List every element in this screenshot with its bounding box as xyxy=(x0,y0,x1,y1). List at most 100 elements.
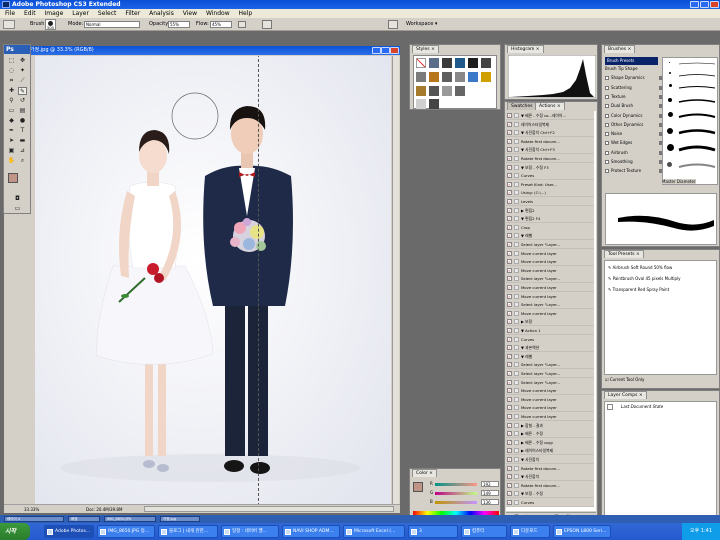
action-dialog-toggle[interactable] xyxy=(514,405,519,411)
menu-help[interactable]: Help xyxy=(239,10,253,17)
action-dialog-toggle[interactable] xyxy=(514,379,519,385)
brush-option-checkbox[interactable] xyxy=(605,94,609,99)
action-toggle-checkbox[interactable]: ✓ xyxy=(507,267,512,273)
brush-option-item[interactable]: Brush Tip Shape xyxy=(605,65,665,73)
brush-option-item[interactable]: Protect Texture xyxy=(605,167,665,175)
brush-tool-icon[interactable]: ✎ xyxy=(18,87,27,95)
quick-mask-icon[interactable]: ◘ xyxy=(13,195,22,203)
action-toggle-checkbox[interactable]: ✓ xyxy=(507,439,512,445)
zoom-tool-icon[interactable]: ⌕ xyxy=(18,157,27,165)
style-swatch[interactable] xyxy=(442,72,452,82)
action-toggle-checkbox[interactable]: ✓ xyxy=(507,457,512,462)
action-dialog-toggle[interactable] xyxy=(514,173,519,179)
menu-window[interactable]: Window xyxy=(206,10,230,17)
action-toggle-checkbox[interactable]: ✓ xyxy=(507,414,512,419)
action-dialog-toggle[interactable] xyxy=(514,396,519,402)
action-toggle-checkbox[interactable]: ✓ xyxy=(507,276,512,282)
action-toggle-checkbox[interactable]: ✓ xyxy=(507,328,512,333)
brush-option-checkbox[interactable] xyxy=(605,141,609,146)
brush-option-item[interactable]: Airbrush xyxy=(605,149,665,157)
action-toggle-checkbox[interactable]: ✓ xyxy=(507,371,512,376)
taskbar-item[interactable]: NAVI SHOP ADM... xyxy=(282,525,340,538)
taskbar-item[interactable]: 일정 : 네이버 멜... xyxy=(221,525,279,538)
tool-preset-item[interactable]: ✎ Paintbrush Oval 45 pixels Multiply xyxy=(608,274,718,284)
brush-tool-preset-icon[interactable] xyxy=(3,20,15,29)
action-toggle-checkbox[interactable]: ✓ xyxy=(507,113,512,118)
action-toggle-checkbox[interactable]: ✓ xyxy=(507,405,512,411)
zoom-level[interactable]: 33.33% xyxy=(24,505,39,514)
action-toggle-checkbox[interactable]: ✓ xyxy=(507,500,512,505)
brush-tip[interactable] xyxy=(667,144,674,151)
taskbar-item[interactable]: Microsoft Excel (... xyxy=(343,525,405,538)
action-toggle-checkbox[interactable]: ✓ xyxy=(507,388,512,394)
brush-option-checkbox[interactable] xyxy=(605,160,609,164)
brush-option-checkbox[interactable] xyxy=(605,132,609,137)
menu-select[interactable]: Select xyxy=(98,10,117,17)
action-dialog-toggle[interactable] xyxy=(514,216,519,222)
action-dialog-toggle[interactable] xyxy=(514,242,519,247)
close-button[interactable] xyxy=(710,1,719,8)
action-toggle-checkbox[interactable]: ✓ xyxy=(507,422,512,428)
brush-option-item[interactable]: Dual Brush xyxy=(605,102,665,110)
tab-brushes[interactable]: Brushes × xyxy=(604,45,636,53)
style-swatch[interactable] xyxy=(481,58,491,68)
action-toggle-checkbox[interactable]: ✓ xyxy=(507,345,512,351)
move-tool-icon[interactable]: ✥ xyxy=(18,57,27,65)
action-dialog-toggle[interactable] xyxy=(514,457,519,462)
magic-wand-tool-icon[interactable]: ✦ xyxy=(18,67,27,75)
action-dialog-toggle[interactable] xyxy=(514,199,519,204)
eyedropper-tool-icon[interactable]: ⊿ xyxy=(18,147,27,155)
style-swatch[interactable] xyxy=(442,86,452,96)
brush-option-item[interactable]: Scattering xyxy=(605,84,665,92)
action-toggle-checkbox[interactable]: ✓ xyxy=(507,181,512,187)
clock[interactable]: 오후 1:41 xyxy=(690,528,712,534)
action-toggle-checkbox[interactable]: ✓ xyxy=(507,173,512,179)
action-dialog-toggle[interactable] xyxy=(514,276,519,282)
crop-tool-icon[interactable]: ⌗ xyxy=(7,77,16,85)
minimized-doc[interactable]: IMG_8650.JPG xyxy=(104,516,156,522)
action-toggle-checkbox[interactable]: ✓ xyxy=(507,302,512,308)
action-dialog-toggle[interactable] xyxy=(514,353,519,359)
action-dialog-toggle[interactable] xyxy=(514,207,519,213)
document-canvas[interactable] xyxy=(35,56,391,504)
action-dialog-toggle[interactable] xyxy=(514,422,519,428)
bridge-button[interactable] xyxy=(388,20,398,29)
style-swatch[interactable] xyxy=(468,58,478,68)
foreground-color-swatch[interactable] xyxy=(8,173,18,183)
action-toggle-checkbox[interactable]: ✓ xyxy=(507,164,512,170)
style-swatch[interactable] xyxy=(429,99,439,109)
action-toggle-checkbox[interactable]: ✓ xyxy=(507,362,512,368)
action-dialog-toggle[interactable] xyxy=(514,267,519,273)
tool-preset-item[interactable]: ✎ Airbrush Soft Round 50% flow xyxy=(608,263,718,273)
doc-minimize-button[interactable] xyxy=(372,47,381,54)
style-swatch[interactable] xyxy=(455,72,465,82)
style-swatch[interactable] xyxy=(481,72,491,82)
style-swatch[interactable] xyxy=(429,72,439,82)
menu-view[interactable]: View xyxy=(183,10,197,17)
last-document-state[interactable]: Last Document State xyxy=(621,404,663,409)
brush-option-checkbox[interactable] xyxy=(605,169,609,174)
style-swatch[interactable] xyxy=(455,58,465,68)
action-dialog-toggle[interactable] xyxy=(514,500,519,505)
brush-tip[interactable] xyxy=(669,62,670,63)
dodge-tool-icon[interactable]: ● xyxy=(18,117,27,125)
action-toggle-checkbox[interactable]: ✓ xyxy=(507,491,512,497)
tab-styles[interactable]: Styles × xyxy=(412,45,439,53)
action-dialog-toggle[interactable] xyxy=(514,138,519,144)
action-toggle-checkbox[interactable]: ✓ xyxy=(507,336,512,342)
action-toggle-checkbox[interactable]: ✓ xyxy=(507,138,512,144)
action-toggle-checkbox[interactable]: ✓ xyxy=(507,121,512,127)
brush-option-item[interactable]: Smoothing xyxy=(605,158,665,166)
action-toggle-checkbox[interactable]: ✓ xyxy=(507,474,512,480)
taskbar-item[interactable]: IMG_8650.JPG 등... xyxy=(97,525,155,538)
style-swatch[interactable] xyxy=(442,58,452,68)
action-dialog-toggle[interactable] xyxy=(514,388,519,394)
document-horizontal-scrollbar[interactable] xyxy=(144,506,394,512)
brush-option-item[interactable]: Shape Dynamics xyxy=(605,74,665,82)
brush-option-checkbox[interactable] xyxy=(605,150,609,155)
slider-b[interactable] xyxy=(435,501,477,504)
brush-tip[interactable] xyxy=(668,98,672,102)
gradient-tool-icon[interactable]: ▤ xyxy=(18,107,27,115)
action-toggle-checkbox[interactable]: ✓ xyxy=(507,199,512,204)
action-toggle-checkbox[interactable]: ✓ xyxy=(507,130,512,136)
